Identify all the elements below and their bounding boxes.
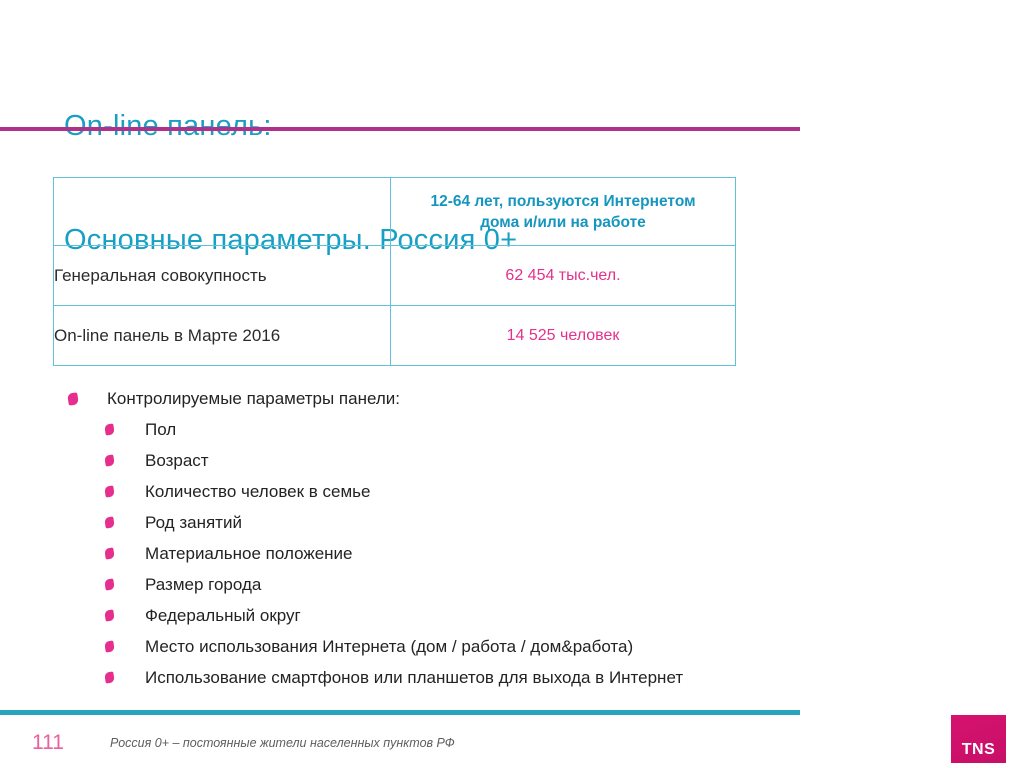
bullet-marker-icon	[104, 640, 115, 653]
list-item: Контролируемые параметры панели:	[60, 383, 990, 414]
list-item-label: Пол	[145, 420, 177, 439]
table-header-row: 12-64 лет, пользуются Интернетом дома и/…	[53, 177, 736, 246]
list-item: Место использования Интернета (дом / раб…	[60, 631, 990, 662]
list-item: Материальное положение	[60, 538, 990, 569]
tns-logo-text: TNS	[961, 741, 996, 758]
page-title-line-1: On-line панель:	[64, 110, 272, 142]
list-item: Использование смартфонов или планшетов д…	[60, 662, 990, 693]
list-item-label: Место использования Интернета (дом / раб…	[145, 637, 634, 656]
footer-divider	[0, 710, 800, 715]
bullet-marker-icon	[104, 671, 115, 684]
list-item-label: Возраст	[145, 451, 209, 470]
bullet-marker-icon	[104, 609, 115, 622]
bullet-marker-icon	[104, 454, 115, 467]
bullet-marker-icon	[104, 547, 115, 560]
bullet-marker-icon	[67, 392, 79, 406]
tns-logo: TNS	[951, 715, 1006, 763]
list-item: Возраст	[60, 445, 990, 476]
stats-table: 12-64 лет, пользуются Интернетом дома и/…	[53, 177, 736, 366]
list-item-label: Количество человек в семье	[145, 482, 371, 501]
list-item-label: Контролируемые параметры панели:	[107, 389, 401, 408]
list-item: Пол	[60, 414, 990, 445]
list-item-label: Род занятий	[145, 513, 242, 532]
page-number: 111	[32, 731, 64, 754]
table-row-label: Генеральная совокупность	[53, 245, 391, 306]
list-item: Род занятий	[60, 507, 990, 538]
table-header-value-cell: 12-64 лет, пользуются Интернетом дома и/…	[390, 177, 736, 246]
list-item-label: Материальное положение	[145, 544, 353, 563]
bullet-marker-icon	[104, 516, 115, 529]
bullet-marker-icon	[104, 423, 115, 436]
table-row: Генеральная совокупность 62 454 тыс.чел.	[53, 245, 736, 306]
list-item-label: Размер города	[145, 575, 262, 594]
list-item-label: Федеральный округ	[145, 606, 301, 625]
table-row-value: 14 525 человек	[390, 305, 736, 366]
list-item: Количество человек в семье	[60, 476, 990, 507]
table-header-corner-cell	[53, 177, 391, 246]
list-item: Федеральный округ	[60, 600, 990, 631]
table-row: On-line панель в Марте 2016 14 525 челов…	[53, 305, 736, 366]
table-header-line-1: 12-64 лет, пользуются Интернетом	[430, 192, 696, 210]
list-item: Размер города	[60, 569, 990, 600]
table-header-line-2: дома и/или на работе	[480, 213, 646, 231]
list-item-label: Использование смартфонов или планшетов д…	[145, 668, 684, 687]
footer-note: Россия 0+ – постоянные жители населенных…	[110, 736, 455, 750]
bullet-marker-icon	[104, 485, 115, 498]
title-divider	[0, 127, 800, 131]
table-row-label: On-line панель в Марте 2016	[53, 305, 391, 366]
table-row-value: 62 454 тыс.чел.	[390, 245, 736, 306]
bullet-list: Контролируемые параметры панели: Пол Воз…	[60, 383, 990, 693]
bullet-marker-icon	[104, 578, 115, 591]
